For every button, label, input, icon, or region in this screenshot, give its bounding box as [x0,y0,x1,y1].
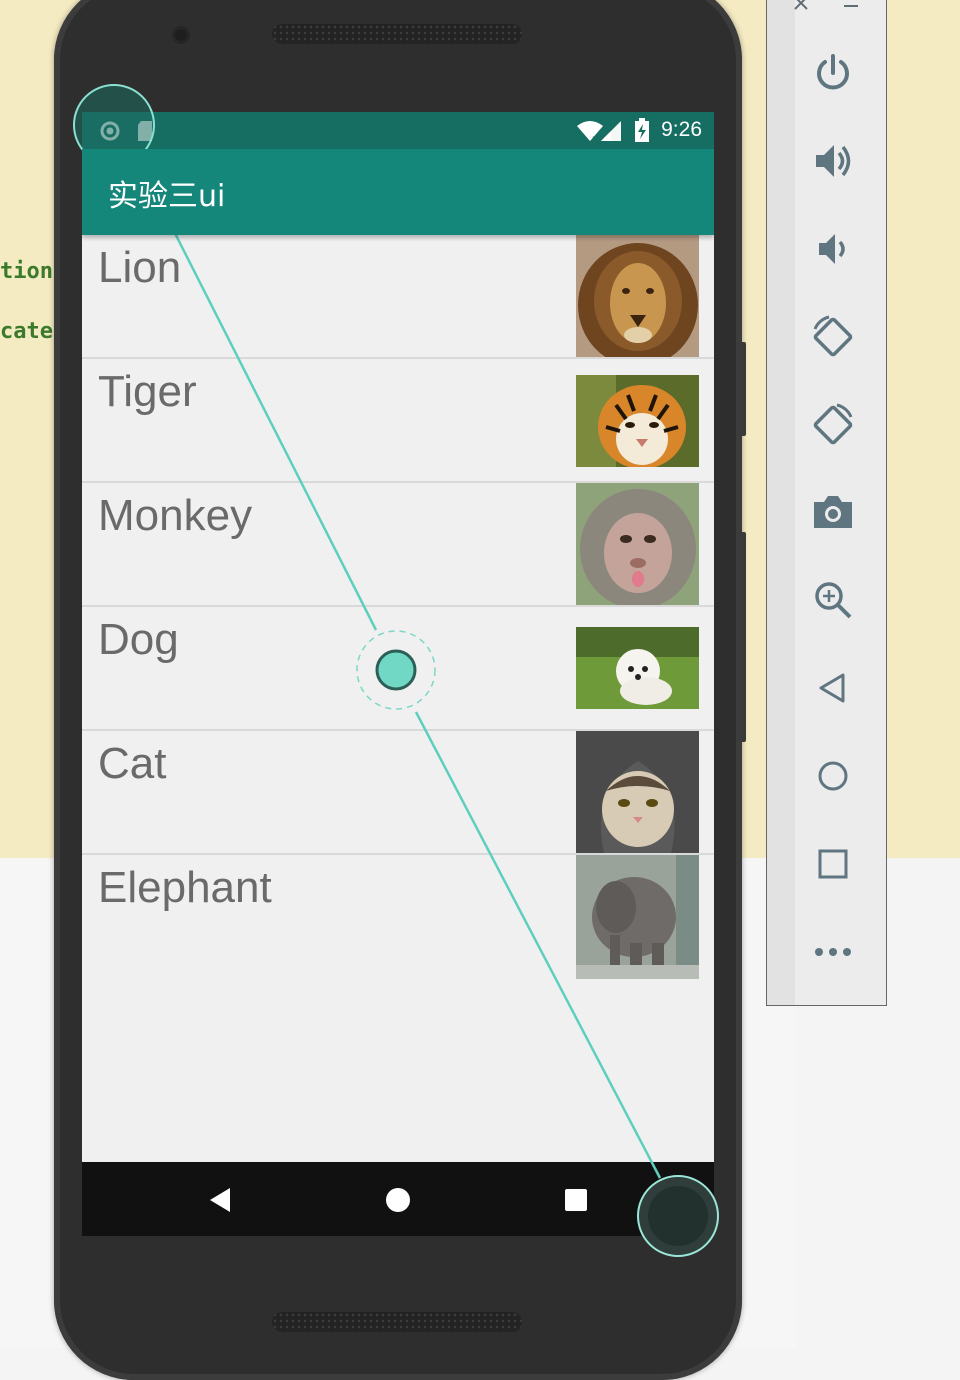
back-button[interactable] [807,662,859,714]
volume-up-button[interactable] [807,135,859,187]
overview-icon [818,849,848,879]
more-icon [815,948,851,956]
more-button[interactable] [807,926,859,978]
zoom-icon [815,582,852,619]
emulator-toolbar [766,0,887,1006]
rotate-right-icon [813,403,853,445]
touch-point-end [637,1175,719,1257]
power-icon [817,54,849,90]
volume-up-icon [816,145,851,177]
toolbar-grip[interactable] [767,0,795,1005]
minimize-icon[interactable] [843,1,859,11]
home-icon [818,761,848,791]
close-icon[interactable] [793,0,809,11]
rotate-left-button[interactable] [807,311,859,363]
rotate-right-button[interactable] [807,399,859,451]
back-icon [819,673,845,703]
overview-button[interactable] [807,838,859,890]
power-button[interactable] [807,47,859,99]
home-button[interactable] [807,750,859,802]
touch-point-center [356,630,436,710]
zoom-button[interactable] [807,574,859,626]
volume-down-button[interactable] [807,223,859,275]
app-title: 实验三ui [108,179,226,214]
screenshot-button[interactable] [807,486,859,538]
rotate-left-icon [813,315,853,357]
camera-icon [814,496,852,528]
app-bar: 实验三ui [82,149,714,235]
volume-down-icon [819,234,845,264]
